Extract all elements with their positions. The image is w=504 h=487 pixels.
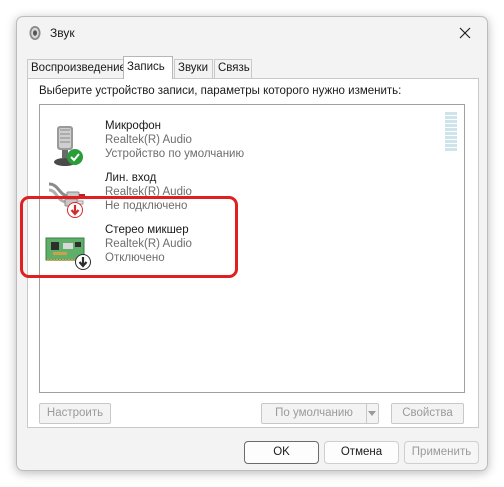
tab-playback[interactable]: Воспроизведение (27, 59, 126, 78)
device-driver: Realtek(R) Audio (105, 186, 192, 198)
set-default-label: По умолчанию (262, 404, 367, 423)
sound-card-icon (45, 237, 91, 270)
window-title: Звук (50, 26, 75, 40)
tab-strip: Воспроизведение Запись Звуки Связь (27, 56, 479, 79)
speaker-icon (29, 26, 41, 40)
set-default-button[interactable]: По умолчанию (261, 403, 379, 424)
tab-communications[interactable]: Связь (214, 59, 252, 78)
device-status: Устройство по умолчанию (105, 148, 245, 160)
device-status: Не подключено (105, 200, 188, 212)
cancel-button[interactable]: Отмена (324, 441, 399, 464)
microphone-icon (54, 126, 83, 166)
configure-button[interactable]: Настроить (39, 403, 111, 424)
device-item-microphone[interactable]: Микрофон Realtek(R) Audio Устройство по … (40, 119, 244, 169)
tab-sounds[interactable]: Звуки (174, 59, 213, 78)
close-icon (459, 27, 471, 39)
ok-button[interactable]: OK (244, 441, 319, 464)
device-name: Стерео микшер (105, 224, 189, 236)
instruction-text: Выберите устройство записи, параметры ко… (39, 85, 402, 97)
close-button[interactable] (443, 17, 487, 49)
device-driver: Realtek(R) Audio (105, 134, 192, 146)
device-item-stereo-mix[interactable]: Стерео микшер Realtek(R) Audio Отключено (40, 223, 240, 273)
device-driver: Realtek(R) Audio (105, 238, 192, 250)
device-list[interactable]: Микрофон Realtek(R) Audio Устройство по … (39, 104, 465, 393)
device-status: Отключено (105, 252, 165, 264)
device-name: Лин. вход (105, 172, 157, 184)
chevron-down-icon[interactable] (366, 404, 378, 423)
sound-dialog: Звук Воспроизведение Запись Звуки Связь … (16, 16, 488, 471)
recording-panel: Выберите устройство записи, параметры ко… (27, 78, 479, 428)
default-check-icon (67, 149, 83, 165)
device-name: Микрофон (105, 120, 162, 132)
tab-recording[interactable]: Запись (123, 56, 173, 79)
line-in-cable-icon (48, 182, 85, 218)
title-bar: Звук (17, 17, 487, 49)
level-meter (445, 112, 457, 151)
device-item-line-in[interactable]: Лин. вход Realtek(R) Audio Не подключено (40, 171, 240, 221)
apply-button[interactable]: Применить (404, 441, 479, 464)
properties-button[interactable]: Свойства (391, 403, 464, 424)
